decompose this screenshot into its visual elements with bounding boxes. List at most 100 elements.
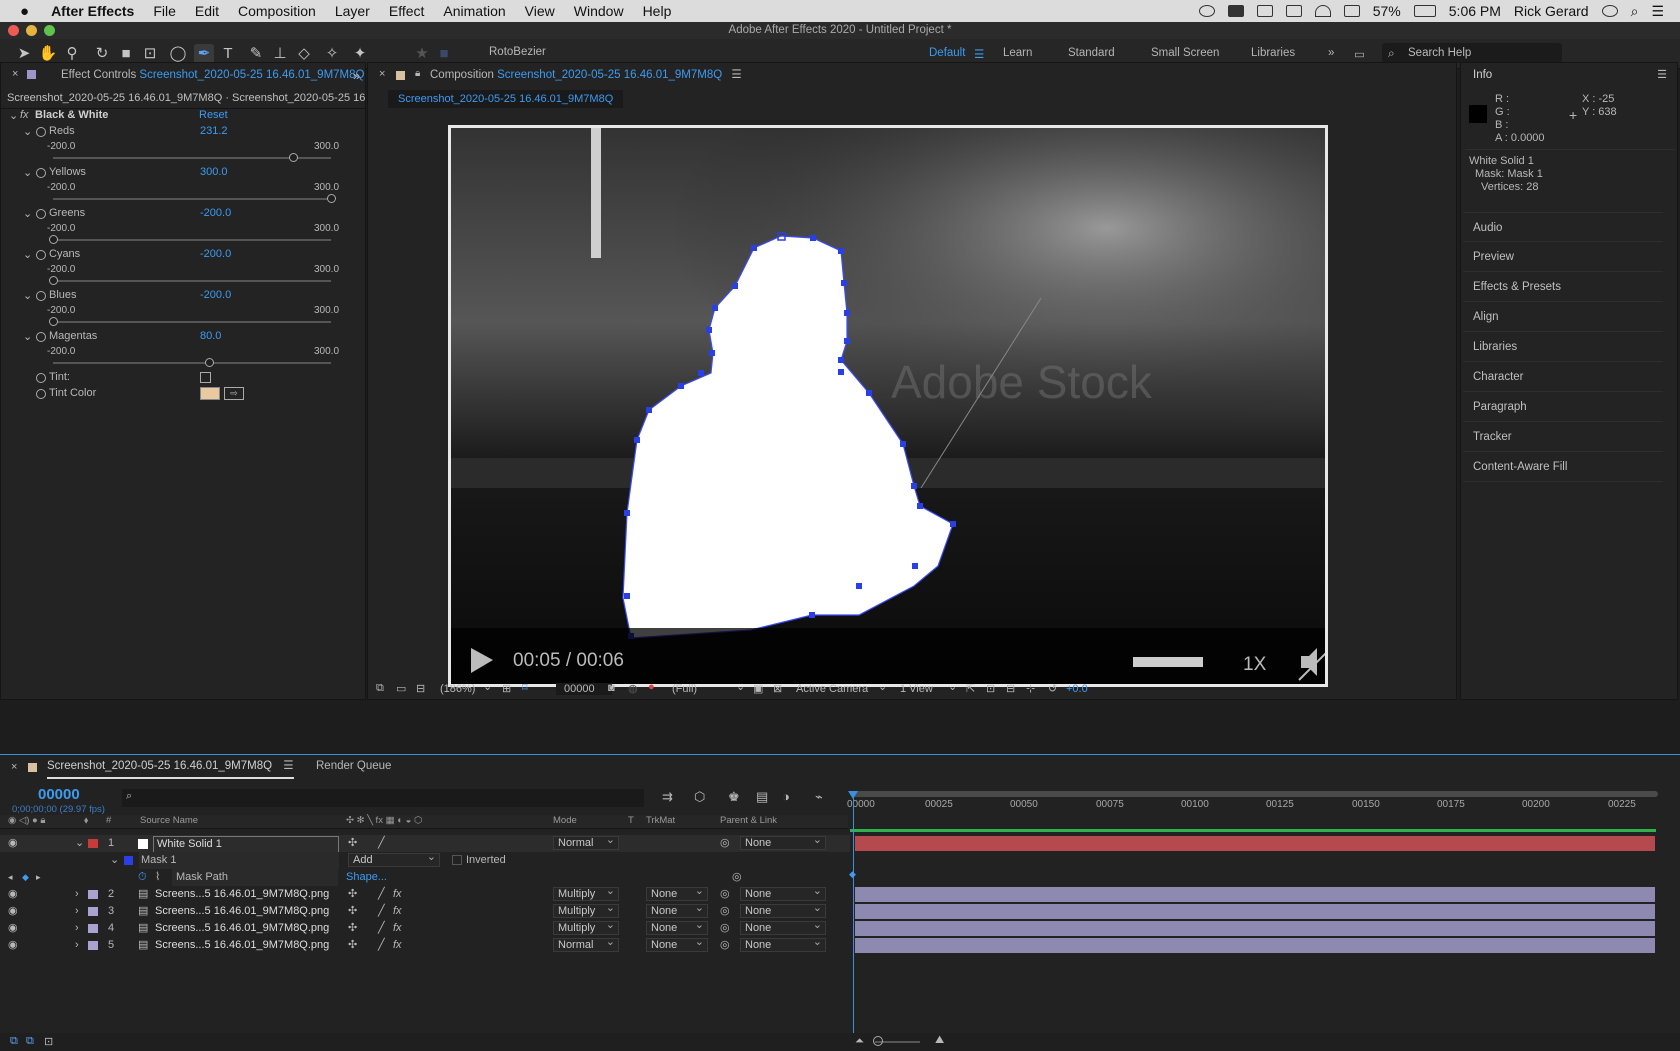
search-help-input[interactable]: ⌕ Search Help	[1382, 43, 1562, 63]
comp-mini-flowchart-icon[interactable]: ⇉	[662, 789, 673, 805]
stopwatch-icon[interactable]	[36, 127, 46, 137]
mask-vertex[interactable]	[732, 283, 738, 289]
mask-vertex[interactable]	[900, 441, 906, 447]
timecode-field[interactable]: 00000	[556, 683, 612, 695]
transparency-grid-icon[interactable]: ⊠	[773, 682, 782, 695]
vr-icon[interactable]: ⊟	[416, 682, 425, 695]
graph-editor-icon[interactable]: ⌁	[815, 789, 823, 805]
mask-vertex[interactable]	[624, 510, 630, 516]
speed-label[interactable]: 1X	[1243, 654, 1267, 675]
param-value[interactable]: 80.0	[200, 330, 221, 342]
eye-icon[interactable]: ◉	[8, 920, 18, 937]
layer-row[interactable]: ◉ ⌄ 1 White Solid 1 ✣ ╱ Normal ◎ None	[0, 834, 850, 853]
align-panel[interactable]: Align	[1463, 302, 1663, 332]
mask-vertex[interactable]	[912, 563, 918, 569]
header-t[interactable]: T	[628, 815, 634, 826]
ellipse-tool-icon[interactable]: ◯	[168, 44, 188, 64]
param-value[interactable]: 231.2	[200, 125, 228, 137]
mask-vertex[interactable]	[866, 390, 872, 396]
menu-file[interactable]: File	[153, 3, 176, 19]
mask-vertex[interactable]	[950, 521, 956, 527]
eyedropper-icon[interactable]: ⇨	[224, 387, 244, 400]
close-tab-icon[interactable]: ×	[379, 68, 385, 80]
param-slider[interactable]	[53, 358, 331, 367]
motion-blur-icon[interactable]: ◑	[782, 789, 790, 804]
mask-name[interactable]: Mask 1	[139, 852, 339, 869]
mask-keyframe[interactable]: ◆	[849, 869, 856, 880]
mask-vertex[interactable]	[856, 583, 862, 589]
collapse-switch-icon[interactable]: ✣	[348, 937, 357, 954]
reset-exposure-icon[interactable]: ↺	[1048, 682, 1057, 695]
snapshot-icon[interactable]: ◙	[608, 682, 615, 694]
mask-vertex[interactable]	[624, 593, 630, 599]
puppet-tool-icon[interactable]: ✦	[350, 44, 370, 64]
work-area-bar[interactable]	[852, 791, 1658, 797]
eye-icon[interactable]: ◉	[8, 903, 18, 920]
slider-knob[interactable]	[327, 194, 336, 203]
composition-subtab[interactable]: Screenshot_2020-05-25 16.46.01_9M7M8Q	[388, 90, 624, 108]
menu-edit[interactable]: Edit	[195, 3, 219, 19]
layer-row[interactable]: ◉ › 2 ▤ Screens...5 16.46.01_9M7M8Q.png …	[0, 885, 850, 903]
label-icon[interactable]: ⬧	[84, 815, 88, 826]
grid-icon[interactable]: ⊞	[502, 682, 511, 695]
label-color[interactable]	[88, 890, 98, 899]
character-panel[interactable]: Character	[1463, 362, 1663, 392]
chevron-down-icon[interactable]: ⌄	[948, 680, 957, 693]
fast-previews-icon[interactable]: ⊡	[986, 682, 995, 695]
label-color[interactable]	[88, 839, 98, 848]
content-aware-fill-panel[interactable]: Content-Aware Fill	[1463, 452, 1663, 482]
quality-switch-icon[interactable]: ╱	[378, 937, 385, 954]
panel-menu-icon[interactable]: ☰	[1657, 68, 1667, 81]
tint-checkbox[interactable]	[200, 372, 211, 383]
creative-cloud-icon[interactable]	[1198, 5, 1215, 17]
parent-dropdown[interactable]: None	[740, 919, 826, 935]
header-mode[interactable]: Mode	[553, 815, 577, 826]
reset-button[interactable]: Reset	[199, 109, 228, 121]
parent-dropdown[interactable]: None	[740, 834, 826, 850]
mask-vertex[interactable]	[911, 483, 917, 489]
inverted-checkbox[interactable]	[452, 855, 462, 865]
video-progress[interactable]	[1133, 657, 1203, 667]
layer-2-bar[interactable]	[855, 887, 1655, 902]
pen-tool-icon[interactable]: ✒	[194, 44, 214, 64]
panel-expand-icon[interactable]: »	[353, 68, 360, 83]
header-trkmat[interactable]: TrkMat	[646, 815, 675, 826]
label-color[interactable]	[88, 907, 98, 916]
transfer-controls-toggle-icon[interactable]: ⧉	[26, 1035, 34, 1048]
parent-dropdown[interactable]: None	[740, 936, 826, 952]
mask-row[interactable]: ⌄ Mask 1 Add Inverted	[0, 851, 850, 869]
menu-help[interactable]: Help	[643, 3, 672, 19]
menu-view[interactable]: View	[525, 3, 555, 19]
mask-vertex[interactable]	[838, 357, 844, 363]
timeline-icon[interactable]: ⊟	[1006, 682, 1015, 695]
expand-arrow-icon[interactable]: ⌄	[23, 207, 32, 220]
eye-icon[interactable]: ◉	[8, 886, 18, 903]
mask-vertex[interactable]	[698, 370, 704, 376]
layer-name[interactable]: Screens...5 16.46.01_9M7M8Q.png	[155, 920, 329, 937]
stopwatch-icon[interactable]	[36, 209, 46, 219]
always-preview-icon[interactable]: ⧉	[376, 682, 384, 695]
siri-icon[interactable]	[1601, 5, 1618, 17]
layer-row[interactable]: ◉ › 4 ▤ Screens...5 16.46.01_9M7M8Q.png …	[0, 919, 850, 937]
close-tab-icon[interactable]: ×	[12, 68, 18, 80]
expand-arrow-icon[interactable]: ⌄	[23, 330, 32, 343]
menu-layer[interactable]: Layer	[335, 3, 370, 19]
volume-icon[interactable]	[1343, 5, 1360, 17]
zoom-dropdown[interactable]: (186%)	[440, 683, 475, 695]
draft-3d-icon[interactable]: ⬡	[694, 789, 705, 805]
expand-arrow-icon[interactable]: ›	[75, 903, 79, 920]
layer-3-bar[interactable]	[855, 904, 1655, 919]
paragraph-panel[interactable]: Paragraph	[1463, 392, 1663, 422]
composition-viewer[interactable]: Adobe Stock 00:05 / 00:06 1X	[451, 128, 1325, 684]
header-number[interactable]: #	[106, 815, 111, 826]
mask-vertex[interactable]	[844, 338, 850, 344]
switches-icons[interactable]: ✣ ✻ ╲ fx ▦ ◐ ◒ ⬡	[346, 815, 422, 826]
fx-switch-icon[interactable]: fx	[393, 886, 402, 903]
expand-arrow-icon[interactable]: ›	[75, 886, 79, 903]
av-features-icon[interactable]: ◉ ◁) ● 🔒︎	[8, 815, 45, 826]
label-color[interactable]	[88, 941, 98, 950]
spotlight-icon[interactable]: ⌕	[1631, 3, 1639, 20]
fx-switch-icon[interactable]: fx	[393, 920, 402, 937]
menu-effect[interactable]: Effect	[389, 3, 425, 19]
mask-vertex[interactable]	[809, 612, 815, 618]
